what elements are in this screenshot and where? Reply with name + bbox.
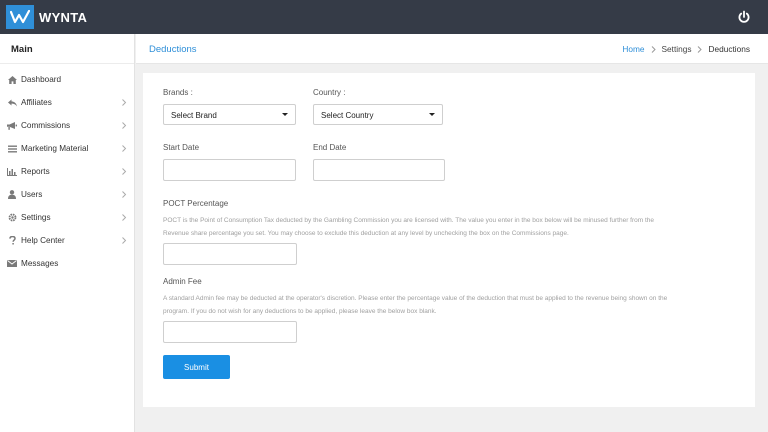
poct-help-line: POCT is the Point of Consumption Tax ded… [163,217,655,224]
breadcrumb-current: Deductions [708,44,750,54]
sidebar-heading: Main [0,34,134,64]
admin-fee-input[interactable] [163,321,297,343]
sidebar-item-label: Settings [21,213,51,222]
chevron-right-icon [122,145,127,152]
sidebar-item-settings[interactable]: Settings [0,206,134,229]
caret-down-icon [282,113,288,116]
chevron-right-icon [122,191,127,198]
caret-down-icon [429,113,435,116]
top-bar: WYNTA [0,0,768,34]
chevron-right-icon [122,214,127,221]
deductions-form: Brands : Select Brand Country : Select C… [143,73,755,407]
breadcrumb-settings-link[interactable]: Settings [662,44,692,54]
power-icon[interactable] [736,9,752,25]
country-select[interactable]: Select Country [313,104,443,125]
page-title: Deductions [149,44,197,55]
poct-help-text: POCT is the Point of Consumption Tax ded… [163,214,743,240]
poct-help-line: Revenue share percentage you set. You ma… [163,230,569,237]
app-name: WYNTA [39,9,88,25]
sidebar-item-marketing-material[interactable]: Marketing Material [0,137,134,160]
breadcrumb: Home Settings Deductions [622,44,750,54]
bar-chart-icon [7,167,17,177]
country-label: Country : [313,88,346,97]
start-date-input[interactable] [163,159,296,181]
chevron-right-icon [122,168,127,175]
start-date-label: Start Date [163,143,200,152]
sidebar: Main Dashboard Affiliates Commissions Ma… [0,34,135,432]
sidebar-item-help-center[interactable]: Help Center [0,229,134,252]
chevron-right-icon [698,45,703,53]
brands-label: Brands : [163,88,193,97]
chevron-right-icon [122,99,127,106]
admin-fee-label: Admin Fee [163,277,202,286]
sidebar-item-messages[interactable]: Messages [0,252,134,275]
envelope-icon [7,259,17,269]
reply-icon [7,98,17,108]
sidebar-item-label: Affiliates [21,98,52,107]
bullhorn-icon [7,121,17,131]
sidebar-nav: Dashboard Affiliates Commissions Marketi… [0,64,134,275]
sidebar-item-reports[interactable]: Reports [0,160,134,183]
list-icon [7,144,17,154]
sidebar-item-commissions[interactable]: Commissions [0,114,134,137]
sidebar-item-dashboard[interactable]: Dashboard [0,68,134,91]
page-header: Deductions Home Settings Deductions [136,34,768,64]
question-icon [7,236,17,246]
admin-fee-help-text: A standard Admin fee may be deducted at … [163,292,743,318]
end-date-input[interactable] [313,159,445,181]
chevron-right-icon [122,237,127,244]
country-select-value: Select Country [321,111,374,120]
sidebar-item-label: Dashboard [21,75,62,84]
gear-icon [7,213,17,223]
wynta-logo[interactable]: WYNTA [6,5,87,29]
sidebar-item-affiliates[interactable]: Affiliates [0,91,134,114]
sidebar-item-label: Help Center [21,236,65,245]
poct-label: POCT Percentage [163,199,229,208]
sidebar-item-users[interactable]: Users [0,183,134,206]
logo-mark-icon [6,5,34,29]
brand-select-value: Select Brand [171,111,217,120]
chevron-right-icon [651,45,656,53]
submit-button[interactable]: Submit [163,355,230,379]
sidebar-item-label: Reports [21,167,50,176]
sidebar-item-label: Commissions [21,121,71,130]
brand-select[interactable]: Select Brand [163,104,296,125]
user-icon [7,190,17,200]
sidebar-item-label: Marketing Material [21,144,89,153]
home-icon [7,75,17,85]
sidebar-item-label: Messages [21,259,59,268]
sidebar-item-label: Users [21,190,43,199]
breadcrumb-home-link[interactable]: Home [622,44,644,54]
end-date-label: End Date [313,143,347,152]
chevron-right-icon [122,122,127,129]
admin-fee-help-line: A standard Admin fee may be deducted at … [163,295,668,302]
admin-fee-help-line: program. If you do not wish for any dedu… [163,308,437,315]
poct-percentage-input[interactable] [163,243,297,265]
